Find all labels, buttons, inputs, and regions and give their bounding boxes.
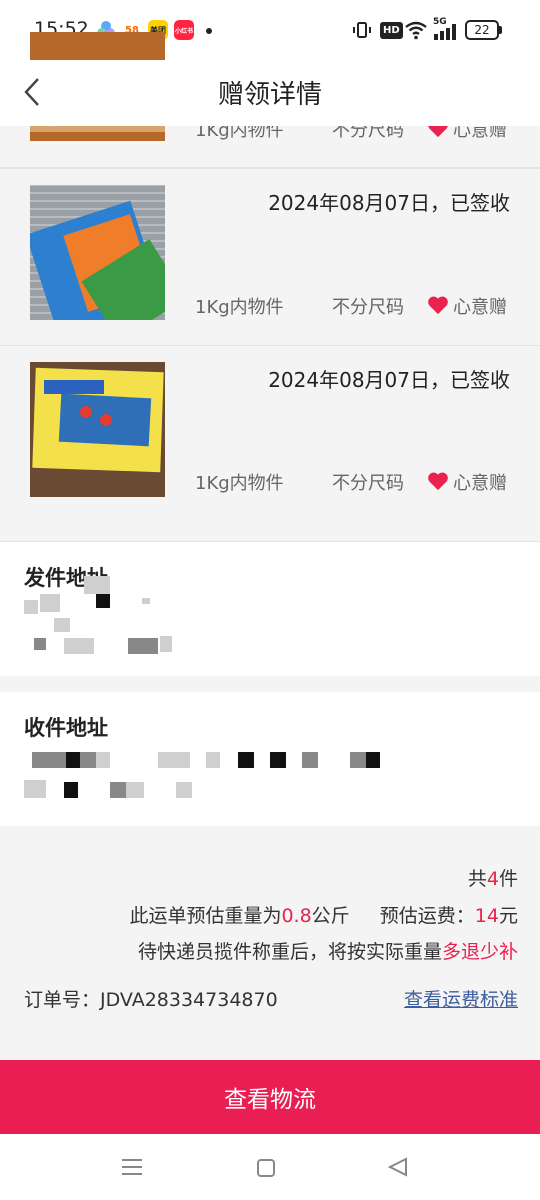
redacted-receiver-address	[24, 748, 394, 808]
weighing-note: 待快递员揽件称重后，将按实际重量多退少补	[138, 937, 518, 964]
item-tag: 心意赠	[453, 473, 507, 494]
order-value: JDVA28334734870	[100, 989, 278, 1011]
item-weight: 1Kg内物件	[195, 473, 284, 494]
redacted-sender-address	[24, 576, 204, 660]
weight-fee-line: 此运单预估重量为0.8公斤 预估运费：14元	[129, 901, 518, 928]
item-thumbnail	[30, 185, 165, 320]
item-date: 2024年08月07日，已签收	[268, 191, 510, 215]
notification-dot-icon	[206, 28, 212, 34]
menu-icon[interactable]	[121, 1158, 143, 1180]
count-suffix: 件	[498, 868, 518, 890]
gift-item[interactable]: 2024年08月07日，已签收 1Kg内物件 不分尺码 心意赠	[0, 168, 540, 346]
hd-icon: HD	[380, 22, 403, 39]
item-thumbnail	[30, 362, 165, 497]
weight-unit: 公斤	[311, 905, 350, 927]
sender-address-card: 发件地址	[0, 542, 540, 676]
page-title-overlay: 赠领详情	[217, 80, 322, 110]
item-count: 共4件	[468, 864, 518, 891]
battery-icon: 22	[465, 20, 499, 40]
count-value: 4	[486, 868, 499, 890]
heart-icon	[428, 296, 448, 315]
order-label: 订单号：	[24, 989, 101, 1011]
home-icon[interactable]	[256, 1158, 276, 1182]
item-date: 2024年08月07日，已签收	[268, 368, 510, 392]
weight-prefix: 此运单预估重量为	[129, 905, 282, 927]
gift-item[interactable]: 2024年08月07日，已签收 1Kg内物件 不分尺码 心意赠	[0, 346, 540, 542]
weight-value: 0.8	[281, 905, 312, 927]
header-overlay: 赠领详情	[0, 60, 540, 126]
item-size: 不分尺码	[332, 473, 404, 494]
gift-item[interactable]: 1Kg内物件 不分尺码 心意赠	[0, 32, 540, 168]
system-nav-bar	[0, 1134, 540, 1200]
note-prefix: 待快递员揽件称重后，将按实际重量	[137, 941, 442, 963]
receiver-address-title: 收件地址	[24, 716, 108, 740]
fee-value: 14	[474, 905, 499, 927]
note-highlight: 多退少补	[441, 941, 518, 963]
fee-unit: 元	[498, 905, 518, 927]
count-prefix: 共	[467, 868, 487, 890]
battery-tip	[499, 26, 502, 34]
item-size: 不分尺码	[332, 297, 404, 318]
heart-icon	[428, 472, 448, 491]
back-triangle-icon[interactable]	[387, 1157, 408, 1181]
signal-icon	[434, 24, 458, 44]
xiaohongshu-icon: 小红书	[174, 20, 194, 40]
vibrate-icon	[352, 20, 372, 44]
fee-label: 预估运费：	[379, 905, 475, 927]
item-tag: 心意赠	[453, 297, 507, 318]
view-logistics-button[interactable]: 查看物流	[0, 1060, 540, 1134]
item-weight: 1Kg内物件	[195, 297, 284, 318]
wifi-icon	[404, 20, 428, 44]
battery-level: 22	[474, 23, 490, 37]
receiver-address-card: 收件地址	[0, 692, 540, 826]
order-number: 订单号：JDVA28334734870	[24, 985, 278, 1012]
fee-standard-link[interactable]: 查看运费标准	[404, 985, 518, 1012]
